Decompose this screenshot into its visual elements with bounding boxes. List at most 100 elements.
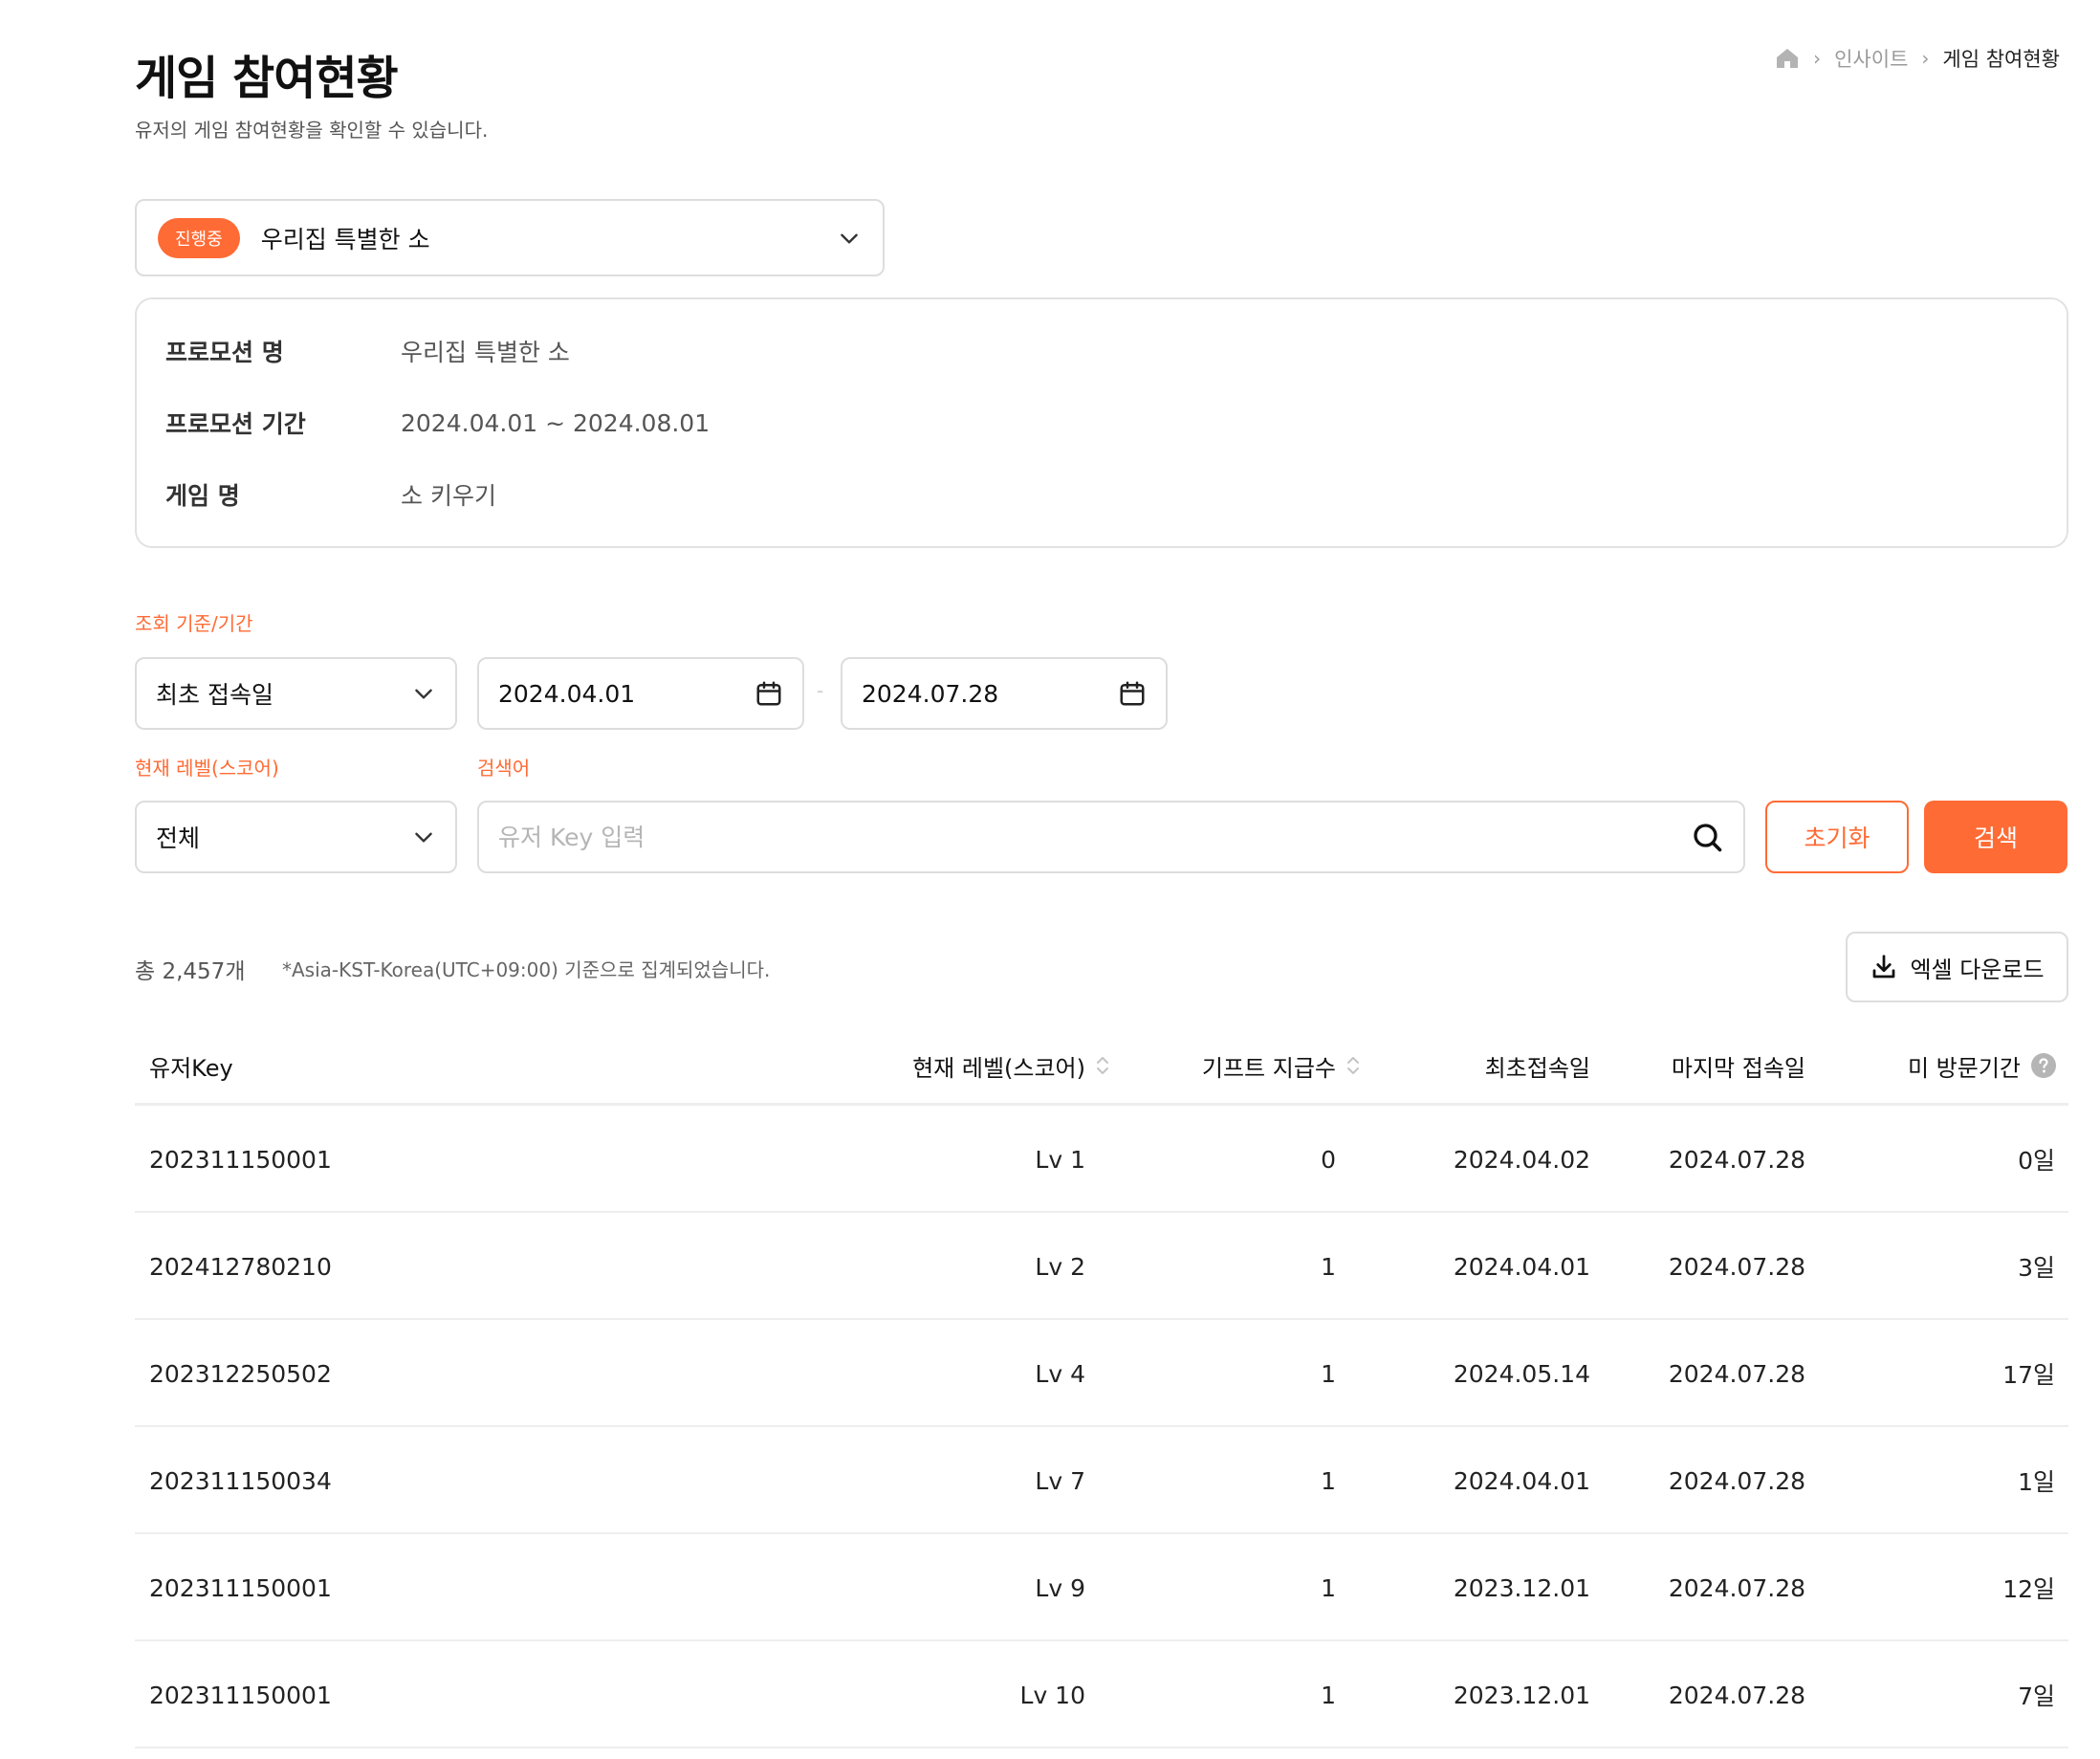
breadcrumb: › 인사이트 › 게임 참여현황 bbox=[1775, 44, 2060, 73]
cell-level: Lv 1 bbox=[1035, 1145, 1085, 1174]
level-select[interactable]: 전체 bbox=[135, 801, 457, 873]
start-date-value: 2024.04.01 bbox=[498, 679, 636, 708]
column-header-level[interactable]: 현재 레벨(스코어) bbox=[912, 1025, 1110, 1106]
info-value: 우리집 특별한 소 bbox=[401, 339, 570, 366]
cell-first-access: 2023.12.01 bbox=[1453, 1681, 1590, 1709]
start-date-picker[interactable]: 2024.04.01 bbox=[477, 657, 804, 730]
cell-gift-count: 1 bbox=[1321, 1466, 1336, 1495]
info-value: 소 키우기 bbox=[401, 482, 496, 510]
chevron-down-icon bbox=[841, 233, 858, 244]
cell-last-access: 2024.07.28 bbox=[1668, 1359, 1805, 1388]
cell-gift-count: 1 bbox=[1321, 1252, 1336, 1281]
cell-last-access: 2024.07.28 bbox=[1668, 1466, 1805, 1495]
table-row[interactable]: 202312250502 Lv 4 1 2024.05.14 2024.07.2… bbox=[135, 1320, 2068, 1427]
promotion-select[interactable]: 진행중 우리집 특별한 소 bbox=[135, 199, 885, 276]
table-row[interactable]: 202311150001 Lv 9 1 2023.12.01 2024.07.2… bbox=[135, 1534, 2068, 1641]
column-header-label: 현재 레벨(스코어) bbox=[912, 1054, 1085, 1082]
column-header-last-access: 마지막 접속일 bbox=[1672, 1025, 1805, 1106]
cell-first-access: 2024.05.14 bbox=[1453, 1359, 1590, 1388]
cell-first-access: 2024.04.01 bbox=[1453, 1466, 1590, 1495]
cell-gift-count: 0 bbox=[1321, 1145, 1336, 1174]
chevron-right-icon: › bbox=[1921, 47, 1930, 70]
column-header-gift-count[interactable]: 기프트 지급수 bbox=[1202, 1025, 1361, 1106]
search-input[interactable] bbox=[498, 823, 1690, 851]
promotion-select-value: 우리집 특별한 소 bbox=[260, 225, 430, 253]
cell-absence-period: 1일 bbox=[2018, 1468, 2055, 1496]
help-icon[interactable] bbox=[2030, 1052, 2057, 1079]
download-icon bbox=[1873, 955, 1895, 978]
sort-icon[interactable] bbox=[1345, 1053, 1361, 1078]
cell-gift-count: 1 bbox=[1321, 1681, 1336, 1709]
cell-level: Lv 2 bbox=[1035, 1252, 1085, 1281]
info-label: 프로모션 기간 bbox=[165, 410, 306, 438]
status-badge: 진행중 bbox=[158, 217, 240, 258]
breadcrumb-item-current: 게임 참여현황 bbox=[1942, 48, 2060, 71]
cell-last-access: 2024.07.28 bbox=[1668, 1252, 1805, 1281]
table-header: 유저Key 현재 레벨(스코어) 기프트 지급수 최초접속일 마지막 접속일 미… bbox=[135, 1025, 2068, 1106]
column-header-user-key: 유저Key bbox=[149, 1025, 233, 1106]
column-header-first-access: 최초접속일 bbox=[1485, 1025, 1590, 1106]
date-range-separator: - bbox=[817, 679, 824, 702]
level-select-value: 전체 bbox=[156, 825, 201, 852]
search-field[interactable] bbox=[477, 801, 1745, 873]
excel-download-label: 엑셀 다운로드 bbox=[1910, 956, 2045, 983]
column-header-label: 최초접속일 bbox=[1484, 1054, 1590, 1082]
period-type-value: 최초 접속일 bbox=[156, 681, 273, 709]
table-row[interactable]: 202311150001 Lv 10 1 2023.12.01 2024.07.… bbox=[135, 1641, 2068, 1748]
home-icon[interactable] bbox=[1775, 47, 1800, 70]
cell-user-key: 202311150001 bbox=[149, 1573, 332, 1602]
info-row-promotion-period: 프로모션 기간 2024.04.01 ~ 2024.08.01 bbox=[165, 406, 710, 440]
cell-level: Lv 7 bbox=[1035, 1466, 1085, 1495]
period-filter-label: 조회 기준/기간 bbox=[135, 612, 253, 635]
cell-first-access: 2024.04.02 bbox=[1453, 1145, 1590, 1174]
cell-last-access: 2024.07.28 bbox=[1668, 1681, 1805, 1709]
level-filter-label: 현재 레벨(스코어) bbox=[135, 757, 279, 780]
chevron-down-icon bbox=[415, 689, 432, 699]
calendar-icon[interactable] bbox=[1118, 679, 1147, 708]
cell-gift-count: 1 bbox=[1321, 1573, 1336, 1602]
cell-last-access: 2024.07.28 bbox=[1668, 1573, 1805, 1602]
page-description: 유저의 게임 참여현황을 확인할 수 있습니다. bbox=[135, 119, 489, 142]
column-header-label: 미 방문기간 bbox=[1907, 1054, 2021, 1082]
period-type-select[interactable]: 최초 접속일 bbox=[135, 657, 457, 730]
sort-icon[interactable] bbox=[1095, 1053, 1110, 1078]
cell-absence-period: 7일 bbox=[2018, 1682, 2055, 1710]
cell-absence-period: 0일 bbox=[2018, 1147, 2055, 1175]
cell-last-access: 2024.07.28 bbox=[1668, 1145, 1805, 1174]
column-header-label: 유저Key bbox=[149, 1054, 233, 1082]
chevron-down-icon bbox=[415, 832, 432, 843]
info-row-promotion-name: 프로모션 명 우리집 특별한 소 bbox=[165, 334, 570, 368]
table-row[interactable]: 202311150001 Lv 1 0 2024.04.02 2024.07.2… bbox=[135, 1106, 2068, 1213]
info-label: 프로모션 명 bbox=[165, 339, 284, 366]
cell-level: Lv 9 bbox=[1035, 1573, 1085, 1602]
cell-absence-period: 3일 bbox=[2018, 1254, 2055, 1282]
end-date-value: 2024.07.28 bbox=[862, 679, 999, 708]
info-value: 2024.04.01 ~ 2024.08.01 bbox=[401, 408, 711, 437]
excel-download-button[interactable]: 엑셀 다운로드 bbox=[1846, 932, 2068, 1002]
end-date-picker[interactable]: 2024.07.28 bbox=[841, 657, 1168, 730]
cell-user-key: 202311150001 bbox=[149, 1145, 332, 1174]
cell-user-key: 202312250502 bbox=[149, 1359, 332, 1388]
cell-absence-period: 12일 bbox=[2002, 1575, 2055, 1603]
search-button[interactable]: 검색 bbox=[1924, 801, 2067, 873]
reset-button[interactable]: 초기화 bbox=[1765, 801, 1909, 873]
search-filter-label: 검색어 bbox=[477, 757, 531, 780]
page-title: 게임 참여현황 bbox=[135, 52, 399, 105]
search-icon[interactable] bbox=[1690, 820, 1724, 854]
cell-absence-period: 17일 bbox=[2002, 1361, 2055, 1389]
cell-level: Lv 4 bbox=[1035, 1359, 1085, 1388]
breadcrumb-item-insight[interactable]: 인사이트 bbox=[1834, 44, 1908, 73]
table-row[interactable]: 202311150034 Lv 7 1 2024.04.01 2024.07.2… bbox=[135, 1427, 2068, 1534]
total-count: 총 2,457개 bbox=[135, 959, 246, 984]
user-participation-table: 유저Key 현재 레벨(스코어) 기프트 지급수 최초접속일 마지막 접속일 미… bbox=[135, 1025, 2068, 1748]
cell-user-key: 202412780210 bbox=[149, 1252, 332, 1281]
calendar-icon[interactable] bbox=[755, 679, 783, 708]
timezone-note: *Asia-KST-Korea(UTC+09:00) 기준으로 집계되었습니다. bbox=[282, 958, 771, 981]
column-header-label: 기프트 지급수 bbox=[1201, 1054, 1336, 1082]
cell-level: Lv 10 bbox=[1019, 1681, 1085, 1709]
cell-first-access: 2024.04.01 bbox=[1453, 1252, 1590, 1281]
cell-gift-count: 1 bbox=[1321, 1359, 1336, 1388]
promotion-info-panel: 프로모션 명 우리집 특별한 소 프로모션 기간 2024.04.01 ~ 20… bbox=[135, 297, 2068, 548]
info-label: 게임 명 bbox=[165, 482, 240, 510]
table-row[interactable]: 202412780210 Lv 2 1 2024.04.01 2024.07.2… bbox=[135, 1213, 2068, 1320]
